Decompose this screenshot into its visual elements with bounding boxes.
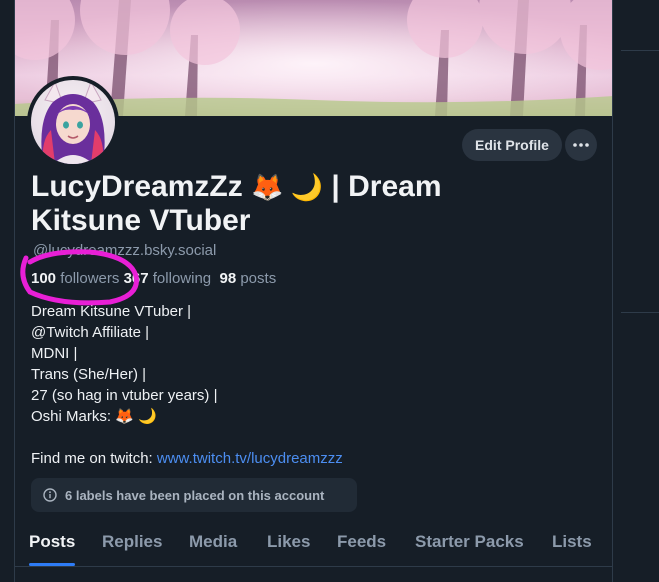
more-dots-icon (573, 143, 589, 147)
gutter-divider (621, 312, 659, 313)
tab-starter-packs[interactable]: Starter Packs (415, 532, 524, 552)
gutter-divider (621, 50, 659, 51)
edit-profile-button[interactable]: Edit Profile (462, 129, 562, 161)
tab-media[interactable]: Media (189, 532, 237, 552)
bio-line: MDNI | (31, 345, 78, 362)
avatar[interactable] (27, 76, 119, 168)
bio-line: @Twitch Affiliate | (31, 324, 150, 341)
followers-count: 100 (31, 270, 57, 287)
tab-likes[interactable]: Likes (267, 532, 310, 552)
following-link[interactable]: 367 following (124, 270, 212, 287)
display-name-second-line: Kitsune VTuber (31, 204, 251, 237)
followers-label: followers (60, 270, 120, 287)
display-name-emojis: 🦊 🌙 (251, 172, 324, 202)
posts-count: 98 (219, 270, 237, 287)
labels-notice[interactable]: 6 labels have been placed on this accoun… (31, 478, 357, 512)
display-name: LucyDreamzZz 🦊 🌙 | Dream Kitsune VTuber (31, 170, 511, 238)
following-count: 367 (123, 270, 149, 287)
profile-tabs: Posts Replies Media Likes Feeds Starter … (15, 526, 612, 566)
profile-bio: Dream Kitsune VTuber | @Twitch Affiliate… (31, 301, 343, 469)
bio-line: Oshi Marks: 🦊 🌙 (31, 408, 157, 425)
tab-lists[interactable]: Lists (552, 532, 592, 552)
display-name-first: LucyDreamzZz (31, 170, 243, 203)
bio-line: 27 (so hag in vtuber years) | (31, 387, 218, 404)
bio-line: Trans (She/Her) | (31, 366, 147, 383)
bio-link-prefix: Find me on twitch: (31, 450, 157, 467)
profile-column: Edit Profile LucyDreamzZz 🦊 🌙 | Dream Ki… (14, 0, 613, 582)
followers-link[interactable]: 100 followers (31, 270, 119, 287)
profile-stats: 100 followers 367 following 98 posts (31, 270, 276, 287)
posts-label: posts (240, 270, 277, 287)
labels-notice-text: 6 labels have been placed on this accoun… (65, 487, 325, 503)
bio-line: Dream Kitsune VTuber | (31, 303, 192, 320)
left-gutter (0, 0, 14, 582)
more-options-button[interactable] (565, 129, 597, 161)
tab-feeds[interactable]: Feeds (337, 532, 386, 552)
right-gutter (613, 0, 659, 582)
tab-posts[interactable]: Posts (29, 532, 75, 552)
info-icon (43, 488, 57, 502)
tabs-divider (15, 566, 612, 567)
avatar-image (31, 80, 115, 164)
profile-handle: @lucydreamzzz.bsky.social (33, 242, 217, 259)
tab-replies[interactable]: Replies (102, 532, 162, 552)
twitch-link[interactable]: www.twitch.tv/lucydreamzzz (157, 450, 343, 467)
display-name-rest: | Dream (331, 170, 442, 203)
following-label: following (152, 270, 212, 287)
avatar-artwork (41, 80, 105, 164)
